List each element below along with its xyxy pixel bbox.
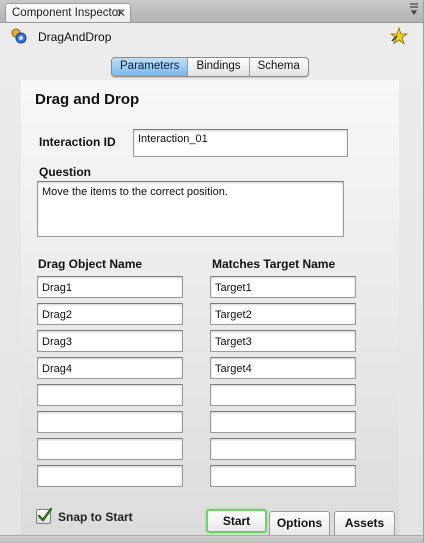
drag-field-4[interactable]: Drag4 xyxy=(37,357,183,379)
component-icon xyxy=(10,27,28,45)
interaction-id-label: Interaction ID xyxy=(39,135,116,149)
tab-options[interactable]: Options xyxy=(269,511,330,535)
star-icon[interactable] xyxy=(389,26,409,45)
target-field-6[interactable] xyxy=(210,411,356,433)
target-field-8[interactable] xyxy=(210,465,356,487)
segment-schema[interactable]: Schema xyxy=(250,58,308,76)
snap-to-start-checkbox[interactable] xyxy=(36,507,53,524)
tab-start[interactable]: Start xyxy=(206,509,267,533)
panel-tab-strip: Component Inspector ✕ xyxy=(0,0,424,23)
drag-object-name-header: Drag Object Name xyxy=(38,257,143,271)
drag-field-2[interactable]: Drag2 xyxy=(37,303,183,325)
tab-assets[interactable]: Assets xyxy=(334,511,395,535)
target-field-4[interactable]: Target4 xyxy=(210,357,356,379)
drag-field-1[interactable]: Drag1 xyxy=(37,276,183,298)
target-field-5[interactable] xyxy=(210,384,356,406)
drag-field-7[interactable] xyxy=(37,438,183,460)
drag-field-5[interactable] xyxy=(37,384,183,406)
segment-bindings[interactable]: Bindings xyxy=(188,58,250,76)
target-field-1[interactable]: Target1 xyxy=(210,276,356,298)
snap-to-start-label[interactable]: Snap to Start xyxy=(58,510,133,524)
view-segmented-control: Parameters Bindings Schema xyxy=(111,57,309,77)
component-name: DragAndDrop xyxy=(38,30,112,44)
target-field-2[interactable]: Target2 xyxy=(210,303,356,325)
target-field-3[interactable]: Target3 xyxy=(210,330,356,352)
matches-target-name-header: Matches Target Name xyxy=(212,257,336,271)
segment-parameters[interactable]: Parameters xyxy=(112,58,189,76)
drag-field-3[interactable]: Drag3 xyxy=(37,330,183,352)
form-title: Drag and Drop xyxy=(35,91,140,108)
check-icon xyxy=(37,507,53,522)
question-label: Question xyxy=(39,165,92,179)
panel-tab-component-inspector[interactable]: Component Inspector ✕ xyxy=(5,3,131,22)
panel-menu-icon[interactable] xyxy=(405,2,421,18)
component-inspector-panel: Component Inspector ✕ DragAndDrop Parame… xyxy=(0,0,424,543)
target-field-7[interactable] xyxy=(210,438,356,460)
drag-field-6[interactable] xyxy=(37,411,183,433)
close-icon[interactable]: ✕ xyxy=(116,6,126,20)
panel-right-border xyxy=(423,0,424,542)
drag-field-8[interactable] xyxy=(37,465,183,487)
panel-tab-label: Component Inspector xyxy=(12,7,122,19)
interaction-id-field[interactable]: Interaction_01 xyxy=(133,129,348,157)
question-field[interactable]: Move the items to the correct position. xyxy=(37,181,344,237)
